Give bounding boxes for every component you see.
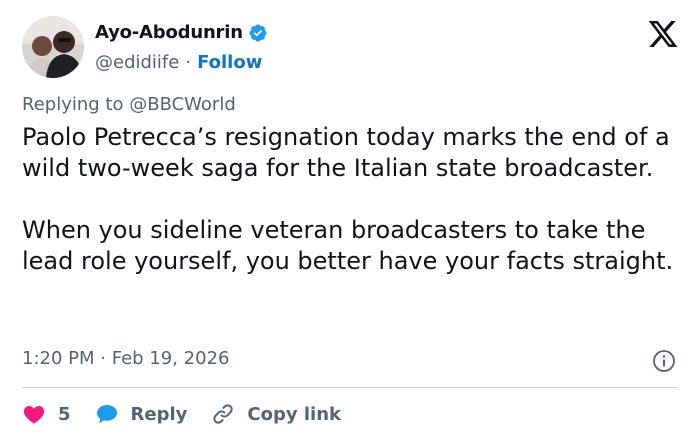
avatar-photo (22, 16, 84, 78)
tweet-text: Paolo Petrecca’s resignation today marks… (22, 122, 678, 277)
user-handle[interactable]: @edidiife (95, 52, 179, 73)
timestamp-separator: · (100, 348, 106, 369)
heart-icon (22, 402, 46, 426)
tweet-date: Feb 19, 2026 (111, 348, 230, 369)
display-name[interactable]: Ayo-Abodunrin (95, 22, 243, 43)
copy-link-label: Copy link (247, 403, 341, 425)
tweet-timestamp[interactable]: 1:20 PM · Feb 19, 2026 (22, 348, 229, 369)
copy-link-button[interactable]: Copy link (211, 402, 341, 426)
handle-row: @edidiife · Follow (95, 52, 262, 73)
name-row: Ayo-Abodunrin (95, 22, 268, 43)
replying-to-handle[interactable]: @BBCWorld (129, 94, 236, 115)
like-button[interactable]: 5 (22, 402, 71, 426)
tweet-time: 1:20 PM (22, 348, 95, 369)
reply-label: Reply (130, 403, 188, 425)
like-count: 5 (58, 403, 71, 425)
verified-badge-icon (248, 23, 268, 43)
action-bar: 5 Reply Copy link (22, 400, 365, 428)
replying-to: Replying to @BBCWorld (22, 94, 236, 115)
follow-button[interactable]: Follow (197, 52, 262, 73)
divider (22, 387, 678, 388)
handle-separator: · (185, 52, 192, 73)
chat-bubble-icon (95, 402, 119, 426)
x-logo-icon[interactable] (646, 18, 680, 50)
info-icon[interactable] (652, 349, 676, 373)
reply-button[interactable]: Reply (95, 402, 188, 426)
tweet-paragraph: When you sideline veteran broadcasters t… (22, 216, 674, 275)
link-icon (211, 402, 235, 426)
tweet-paragraph: Paolo Petrecca’s resignation today marks… (22, 123, 670, 182)
replying-to-prefix: Replying to (22, 94, 124, 115)
tweet-header: Ayo-Abodunrin @edidiife · Follow (22, 16, 682, 80)
avatar[interactable] (22, 16, 84, 78)
